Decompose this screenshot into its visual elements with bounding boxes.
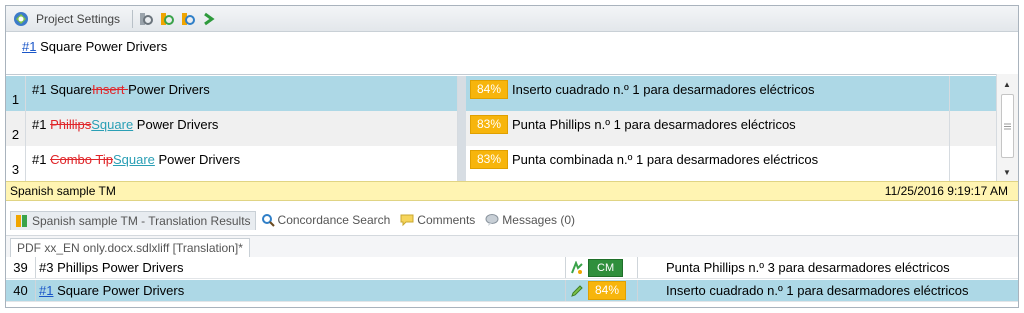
tm-status-bar: Spanish sample TM 11/25/2016 9:19:17 AM [6,181,1018,201]
tm-row-tail [950,111,996,146]
tm-score-cell: 84% [466,76,512,111]
tm-result-number: 3 [6,146,26,182]
source-text: #1 [32,117,51,132]
tm-timestamp: 11/25/2016 9:19:17 AM [884,184,1008,198]
tm-result-number: 2 [6,111,26,146]
toolbar: Project Settings [6,6,1018,32]
translation-results-icon [15,214,29,228]
segment-target[interactable]: Punta Phillips n.º 3 para desarmadores e… [638,257,1018,278]
comments-icon [400,213,414,227]
segment-row[interactable]: 40 #1 Square Power Drivers 84% Inserto c… [6,280,1018,302]
source-text: Power Drivers [154,152,241,167]
source-text: Power Drivers [133,117,219,132]
project-settings-label[interactable]: Project Settings [36,12,120,26]
scroll-up-icon[interactable]: ▲ [1003,80,1011,89]
segment-number: 39 [6,257,36,278]
tm-results-scrollbar[interactable]: ▲ ▼ [996,74,1018,181]
source-text: #1 [32,152,51,167]
tm-result-row[interactable]: 2 #1 PhillipsSquare Power Drivers 83% Pu… [6,111,996,146]
tm-result-source: #1 SquareInsert Power Drivers [26,76,458,111]
document-tab[interactable]: PDF xx_EN only.docx.sdlxliff [Translatio… [10,238,250,257]
bottom-tabs: Spanish sample TM - Translation Results … [6,209,1018,231]
tm-result-source: #1 PhillipsSquare Power Drivers [26,111,458,146]
segment-number: 40 [6,280,36,301]
tab-label: Spanish sample TM - Translation Results [32,213,251,228]
tab-translation-results[interactable]: Spanish sample TM - Translation Results [10,210,256,230]
deleted-text: Combo Tip [50,152,113,167]
column-divider [458,111,466,146]
tab-label: Comments [417,213,476,227]
tag-number: #1 [22,39,37,54]
tag-number: #1 [39,283,54,298]
tm-result-source: #1 Combo TipSquare Power Drivers [26,146,458,182]
tab-label: Messages (0) [502,213,575,227]
tab-concordance-search[interactable]: Concordance Search [256,210,396,230]
tm-update-icon[interactable] [158,10,176,28]
segment-status: CM [588,257,638,278]
inserted-text: Square [91,117,134,132]
tm-result-target: Inserto cuadrado n.º 1 para desarmadores… [512,76,950,111]
tm-result-row[interactable]: 3 #1 Combo TipSquare Power Drivers 83% P… [6,146,996,182]
tm-result-target: Punta Phillips n.º 1 para desarmadores e… [512,111,950,146]
tab-messages[interactable]: Messages (0) [480,210,580,230]
context-match-badge: CM [588,258,624,277]
inserted-text: Square [112,152,155,167]
pencil-icon [566,280,588,301]
match-score-badge: 83% [470,150,509,169]
segment-status: 84% [588,280,638,301]
grip-icon [1004,123,1011,129]
tm-lookup-icon[interactable] [179,10,197,28]
tm-score-cell: 83% [466,111,512,146]
tm-settings-icon[interactable] [137,10,155,28]
column-divider [458,146,466,182]
source-edit-line[interactable]: #1 Square Power Drivers [6,33,1018,75]
column-divider [458,76,466,111]
scroll-thumb[interactable] [1001,94,1014,158]
match-score-badge: 84% [470,80,509,99]
tm-result-row[interactable]: 1 #1 SquareInsert Power Drivers 84% Inse… [6,76,996,111]
tm-results-grid: 1 #1 SquareInsert Power Drivers 84% Inse… [6,74,1018,182]
project-settings-icon[interactable] [12,10,30,28]
source-text: #1 Square [32,82,92,97]
source-text: Square Power Drivers [53,283,185,298]
run-icon[interactable] [200,10,218,28]
concordance-search-icon [261,213,275,227]
tm-result-number: 1 [6,76,26,111]
source-text: Power Drivers [128,82,210,97]
messages-icon [485,213,499,227]
deleted-text: Phillips [50,117,92,132]
tm-score-cell: 83% [466,146,512,182]
deleted-text: Insert [92,82,129,97]
segment-row[interactable]: 39 #3 Phillips Power Drivers CM Punta Ph… [6,257,1018,279]
tm-row-tail [950,146,996,182]
tm-result-target: Punta combinada n.º 1 para desarmadores … [512,146,950,182]
toolbar-separator [132,9,134,28]
tm-match-icon [566,257,588,278]
tab-comments[interactable]: Comments [395,210,480,230]
tab-label: Concordance Search [277,213,391,227]
scroll-down-icon[interactable]: ▼ [1003,168,1011,177]
tm-name: Spanish sample TM [10,184,116,198]
document-tab-bar: PDF xx_EN only.docx.sdlxliff [Translatio… [6,235,1018,257]
editor-frame: Project Settings #1 Square Power Drivers… [5,5,1019,308]
segment-source: #3 Phillips Power Drivers [36,257,566,278]
segment-target[interactable]: Inserto cuadrado n.º 1 para desarmadores… [638,280,1018,301]
match-score-badge: 84% [588,281,627,300]
source-edit-text: Square Power Drivers [36,39,168,54]
match-score-badge: 83% [470,115,509,134]
segment-source: #1 Square Power Drivers [36,280,566,301]
tm-row-tail [950,76,996,111]
